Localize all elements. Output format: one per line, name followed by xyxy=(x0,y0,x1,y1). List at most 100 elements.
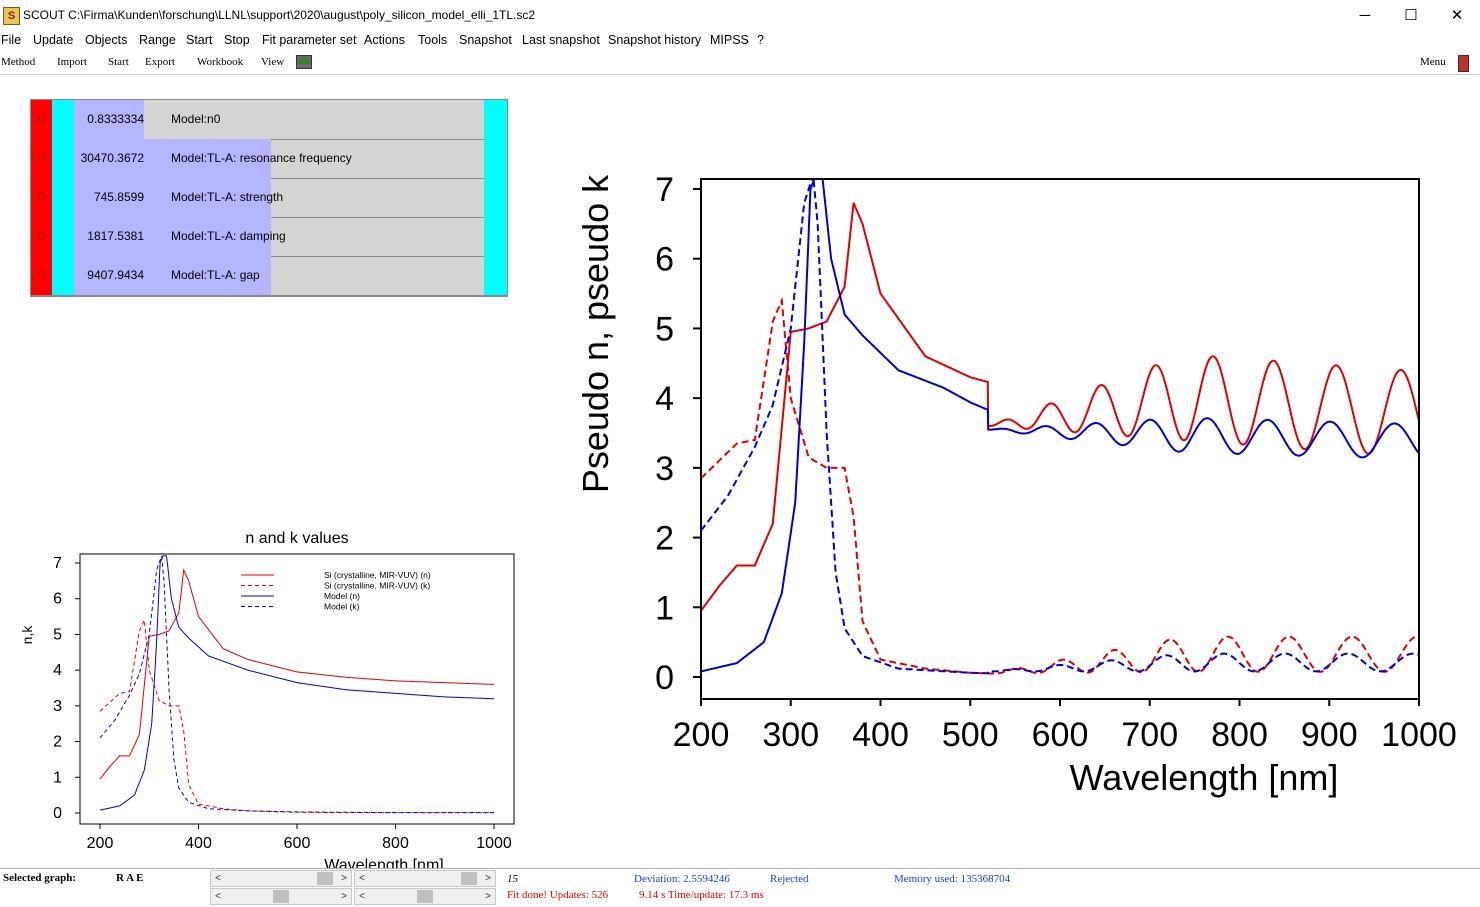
toolbar-workbook[interactable]: Workbook xyxy=(197,56,243,68)
parameter-end-cell[interactable] xyxy=(484,256,507,295)
small-chart-y-tick-label: 2 xyxy=(53,734,62,751)
big-chart-x-tick-label: 500 xyxy=(942,716,999,754)
window-title: SCOUT C:\Firma\Kunden\forschung\LLNL\sup… xyxy=(23,8,536,22)
big-chart-y-label: Pseudo n, pseudo k xyxy=(575,174,616,493)
menu-snapshot[interactable]: Snapshot xyxy=(459,33,512,47)
parameter-end-cell[interactable] xyxy=(484,100,507,139)
small-chart-series-line xyxy=(99,555,494,814)
small-chart-title: n and k values xyxy=(245,530,348,547)
app-icon: S xyxy=(3,7,20,25)
menu-update[interactable]: Update xyxy=(33,33,73,47)
menu-stop[interactable]: Stop xyxy=(224,33,250,47)
parameter-name: Model:TL-A: damping xyxy=(171,229,286,243)
timing-status: 9.14 s Time/update: 17.3 ms xyxy=(639,889,764,901)
parameter-name: Model:TL-A: strength xyxy=(171,190,284,204)
scrollbar-3[interactable]: < > xyxy=(210,888,352,905)
menu-actions[interactable]: Actions xyxy=(364,33,405,47)
menu-fit-parameter-set[interactable]: Fit parameter set xyxy=(262,33,356,47)
small-chart-legend-label: Model (k) xyxy=(324,602,360,612)
parameter-name: Model:n0 xyxy=(171,112,221,126)
scrollbar-4[interactable]: < > xyxy=(354,888,496,905)
scrollbar-2[interactable]: < > xyxy=(354,870,496,887)
parameter-row[interactable]: D 30470.3672 Model:TL-A: resonance frequen… xyxy=(31,139,507,179)
small-chart-series-line xyxy=(99,555,494,811)
toolbar-export[interactable]: Export xyxy=(145,56,175,68)
iteration-count: 15 xyxy=(507,873,518,885)
parameter-row[interactable]: D 1817.5381 Model:TL-A: damping xyxy=(31,217,507,257)
small-chart-x-tick-label: 1000 xyxy=(476,835,512,852)
parameter-select-cell[interactable] xyxy=(52,256,74,295)
small-chart-legend-label: Model (n) xyxy=(324,591,360,601)
big-chart-x-tick-label: 600 xyxy=(1032,716,1089,754)
parameter-value[interactable]: 0.8333334 xyxy=(74,100,144,139)
parameter-row[interactable]: D 9407.9434 Model:TL-A: gap xyxy=(31,256,507,296)
menu-tools[interactable]: Tools xyxy=(418,33,447,47)
deviation-value: Deviation: 2.5594246 xyxy=(634,873,730,885)
scrollbar-1[interactable]: < > xyxy=(210,870,352,887)
maximize-button[interactable]: ☐ xyxy=(1388,0,1434,31)
memory-used: Memory used: 135368704 xyxy=(894,873,1011,885)
toolbar-import[interactable]: Import xyxy=(57,56,87,68)
parameter-select-cell[interactable] xyxy=(52,217,74,256)
big-chart-x-tick-label: 900 xyxy=(1301,716,1358,754)
small-chart-y-tick-label: 4 xyxy=(53,662,62,679)
menu-objects[interactable]: Objects xyxy=(85,33,127,47)
menu-range[interactable]: Range xyxy=(139,33,176,47)
big-chart-x-tick-label: 700 xyxy=(1121,716,1178,754)
small-chart-series-line xyxy=(99,568,494,780)
small-chart-series-line xyxy=(99,618,494,814)
menu-last-snapshot[interactable]: Last snapshot xyxy=(522,33,600,47)
menu-bar: File Update Objects Range Start Stop Fit… xyxy=(0,31,1480,51)
parameter-value[interactable]: 1817.5381 xyxy=(74,217,144,256)
small-chart-x-tick-label: 600 xyxy=(284,835,311,852)
small-chart-legend-label: Si (crystalline, MIR-VUV) (k) xyxy=(324,581,430,591)
toolbar-method[interactable]: Method xyxy=(1,56,35,68)
menu-help[interactable]: ? xyxy=(757,33,764,47)
parameter-end-cell[interactable] xyxy=(484,178,507,217)
parameter-row[interactable]: D 0.8333334 Model:n0 xyxy=(31,100,507,140)
parameter-row[interactable]: D 745.8599 Model:TL-A: strength xyxy=(31,178,507,218)
big-chart-series-line xyxy=(702,180,1418,673)
parameter-value[interactable]: 30470.3672 xyxy=(74,139,144,178)
small-chart-x-tick-label: 200 xyxy=(87,835,114,852)
parameter-fit-flag[interactable]: D xyxy=(31,139,52,178)
parameter-fit-flag[interactable]: D xyxy=(31,178,52,217)
status-bar: Selected graph: R A E < > < > < > < > 15 Dev… xyxy=(0,868,1480,907)
parameter-select-cell[interactable] xyxy=(52,100,74,139)
parameter-fit-flag[interactable]: D xyxy=(31,256,52,295)
big-chart-y-tick-label: 2 xyxy=(655,520,674,558)
fit-done-status: Fit done! Updates: 526 xyxy=(507,889,609,901)
toolbar: Method Import Start Export Workbook View… xyxy=(0,51,1480,75)
menu-file[interactable]: File xyxy=(1,33,21,47)
parameter-table: D 0.8333334 Model:n0 D 30470.3672 Model:TL-A:… xyxy=(30,99,508,297)
small-chart-legend-label: Si (crystalline, MIR-VUV) (n) xyxy=(324,570,431,580)
close-button[interactable]: ✕ xyxy=(1434,0,1480,31)
graph-selector-rae[interactable]: R A E xyxy=(116,872,144,884)
parameter-fit-flag[interactable]: D xyxy=(31,100,52,139)
big-chart-frame xyxy=(700,178,1420,700)
parameter-value[interactable]: 9407.9434 xyxy=(74,256,144,295)
device-icon[interactable] xyxy=(1458,55,1469,72)
minimize-button[interactable]: ─ xyxy=(1342,0,1388,31)
parameter-value[interactable]: 745.8599 xyxy=(74,178,144,217)
monitor-icon[interactable] xyxy=(296,55,312,69)
toolbar-view[interactable]: View xyxy=(261,56,284,68)
small-chart-x-tick-label: 400 xyxy=(185,835,212,852)
big-chart-series-group xyxy=(702,180,1418,675)
big-chart-x-tick-label: 200 xyxy=(673,716,730,754)
parameter-end-cell[interactable] xyxy=(484,139,507,178)
big-chart-series-line xyxy=(702,296,1418,675)
parameter-select-cell[interactable] xyxy=(52,178,74,217)
parameter-select-cell[interactable] xyxy=(52,139,74,178)
small-chart-y-label: n,k xyxy=(19,625,35,645)
parameter-fit-flag[interactable]: D xyxy=(31,217,52,256)
big-chart-x-tick-label: 1000 xyxy=(1381,716,1457,754)
menu-mipss[interactable]: MIPSS xyxy=(710,33,749,47)
menu-start[interactable]: Start xyxy=(186,33,212,47)
menu-snapshot-history[interactable]: Snapshot history xyxy=(608,33,701,47)
toolbar-menu[interactable]: Menu xyxy=(1420,56,1446,68)
toolbar-start[interactable]: Start xyxy=(108,56,129,68)
big-chart-x-label: Wavelength [nm] xyxy=(1070,757,1339,798)
rejected-label: Rejected xyxy=(770,873,809,885)
parameter-end-cell[interactable] xyxy=(484,217,507,256)
